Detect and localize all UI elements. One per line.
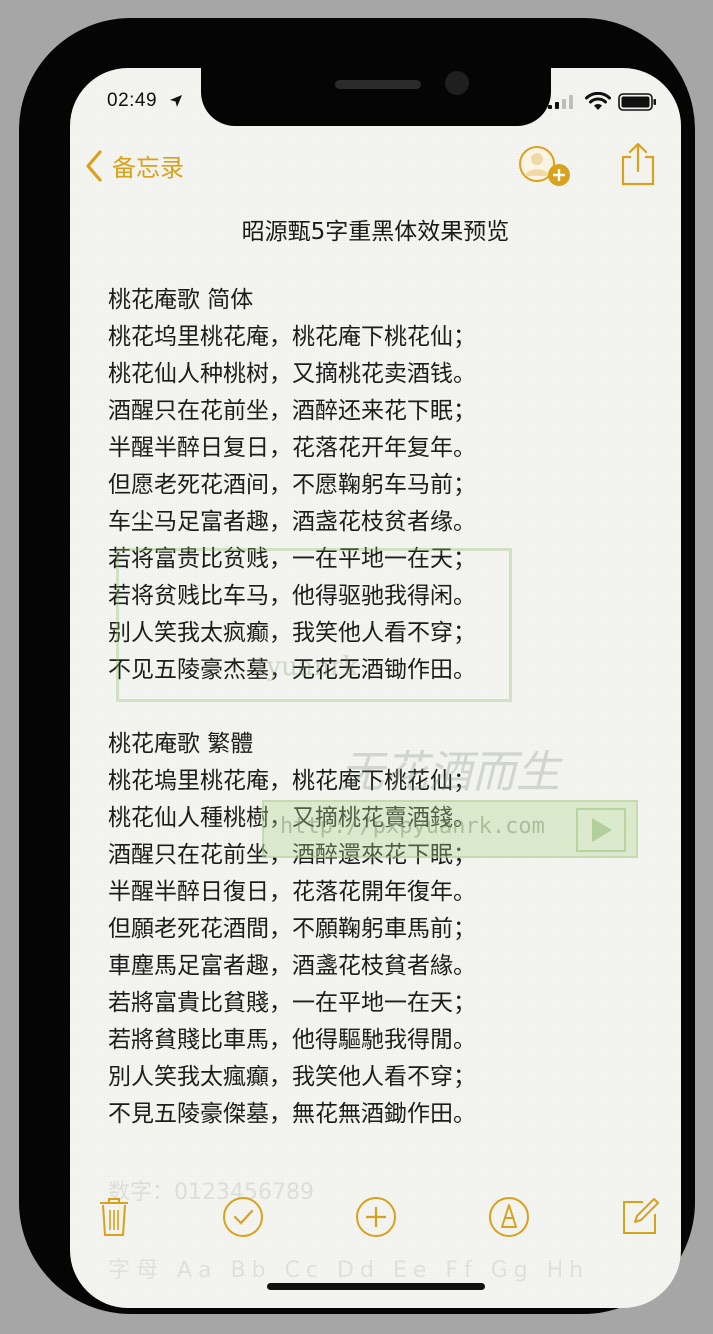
back-label: 备忘录 — [112, 154, 184, 182]
markup-icon[interactable] — [488, 1196, 530, 1238]
poem-heading: 桃花庵歌 简体 — [108, 287, 254, 313]
poem-line: 不見五陵豪傑墓，無花無酒鋤作田。 — [108, 1101, 476, 1127]
phone-frame: 02:49 备忘录 昭源甄5字重黑体效果预览 桃花庵歌 简体 桃花坞里桃花庵，桃… — [19, 18, 695, 1314]
trash-icon[interactable] — [98, 1196, 130, 1238]
front-camera — [445, 71, 469, 95]
poem-line: 若將貧賤比車馬，他得驅馳我得閒。 — [108, 1027, 476, 1053]
poem-line: 半醒半醉日復日，花落花開年復年。 — [108, 879, 476, 905]
wifi-icon — [585, 92, 611, 110]
poem-line: 車塵馬足富者趣，酒盞花枝貧者緣。 — [108, 953, 476, 979]
share-icon[interactable] — [620, 141, 656, 187]
chevron-left-icon — [86, 149, 102, 182]
poem-line: 桃花仙人种桃树，又摘桃花卖酒钱。 — [108, 361, 476, 387]
checklist-icon[interactable] — [222, 1196, 264, 1238]
speaker-grill — [335, 80, 421, 89]
poem-line: 酒醒只在花前坐，酒醉还来花下眠； — [108, 398, 476, 424]
watermark-url: http://pxpyuanrk.com — [280, 814, 545, 839]
faded-letters: 字母 Aa Bb Cc Dd Ee Ff Gg Hh — [108, 1258, 590, 1283]
status-time: 02:49 — [107, 90, 158, 111]
add-people-icon[interactable] — [517, 146, 573, 188]
back-button[interactable]: 备忘录 — [84, 148, 184, 183]
signal-icon — [548, 95, 573, 109]
poem-line: 半醒半醉日复日，花落花开年复年。 — [108, 435, 476, 461]
faded-digits: 数字：0123456789 — [108, 1180, 314, 1205]
battery-icon — [618, 93, 656, 111]
poem-line: 但愿老死花酒间，不愿鞠躬车马前； — [108, 472, 476, 498]
poem-line: 车尘马足富者趣，酒盏花枝贫者缘。 — [108, 509, 476, 535]
compose-icon[interactable] — [621, 1196, 661, 1236]
screen: 02:49 备忘录 昭源甄5字重黑体效果预览 桃花庵歌 简体 桃花坞里桃花庵，桃… — [70, 68, 681, 1308]
watermark-brand: tyuanrk — [256, 652, 359, 682]
location-icon — [170, 95, 182, 107]
watermark-url-banner: http://pxpyuanrk.com — [262, 800, 638, 858]
play-icon — [576, 808, 626, 852]
note-title: 昭源甄5字重黑体效果预览 — [241, 219, 510, 245]
home-indicator — [267, 1283, 485, 1290]
poem-line: 別人笑我太瘋癲，我笑他人看不穿； — [108, 1064, 476, 1090]
add-icon[interactable] — [355, 1196, 397, 1238]
notch — [201, 68, 551, 126]
watermark-calligraphy: 无花酒而生 — [340, 747, 560, 798]
poem-line: 若將富貴比貧賤，一在平地一在天； — [108, 990, 476, 1016]
poem-line: 但願老死花酒間，不願鞠躬車馬前； — [108, 916, 476, 942]
poem-line: 桃花坞里桃花庵，桃花庵下桃花仙； — [108, 324, 476, 350]
